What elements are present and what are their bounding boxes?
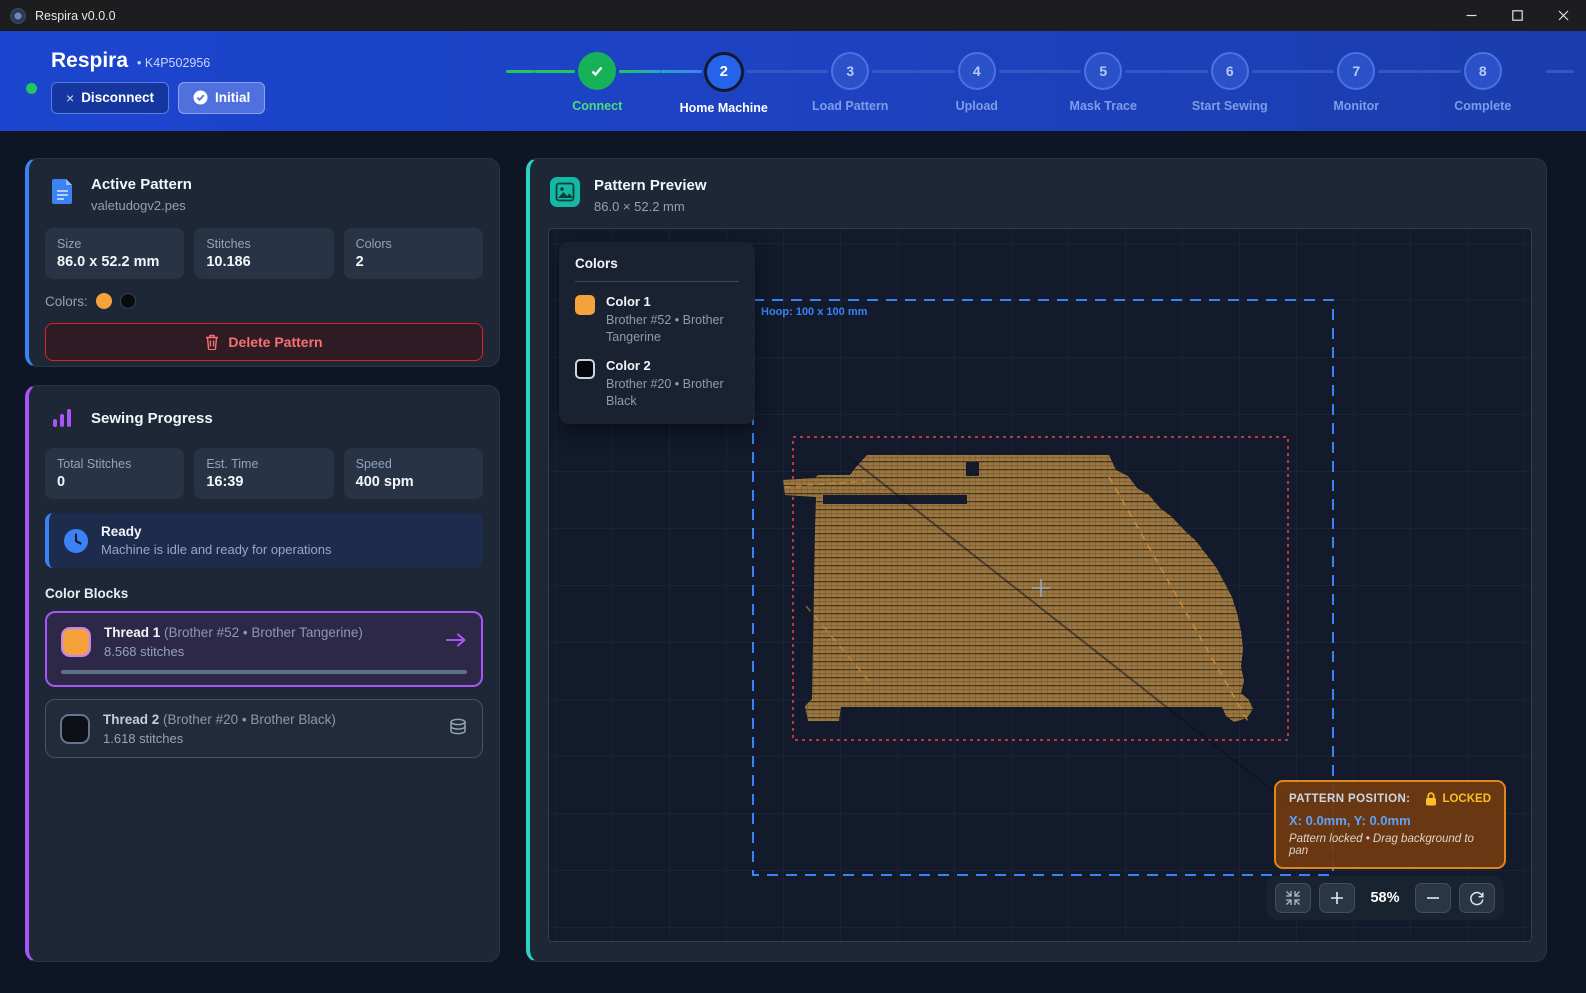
workflow-stepper: Connect 2 Home Machine 3 Load Pattern 4 … [534, 52, 1546, 115]
pattern-filename: valetudogv2.pes [91, 198, 192, 213]
app-icon [10, 8, 26, 24]
thread1-stitches: 8.568 stitches [104, 644, 363, 659]
locked-badge: LOCKED [1425, 792, 1491, 806]
pattern-position-overlay: PATTERN POSITION: LOCKED X: 0.0mm, Y: 0.… [1274, 780, 1506, 869]
reset-zoom-icon [1469, 890, 1485, 906]
thread2-name: Thread 2 (Brother #20 • Brother Black) [103, 712, 336, 727]
active-pattern-title: Active Pattern [91, 176, 192, 193]
stat-colors: Colors 2 [344, 228, 483, 279]
step-connect[interactable]: Connect [534, 52, 661, 115]
fit-screen-button[interactable] [1275, 883, 1311, 913]
color-swatch-black [120, 293, 136, 309]
machine-status: Ready Machine is idle and ready for oper… [45, 513, 483, 568]
connection-status-dot [26, 83, 37, 94]
thread1-progress-bar [61, 670, 467, 674]
legend-item-color1: Color 1 Brother #52 • Brother Tangerine [575, 294, 739, 346]
image-icon [555, 182, 575, 202]
zoom-controls: 58% [1266, 876, 1504, 920]
colors-label: Colors: [45, 294, 88, 309]
disconnect-button[interactable]: × Disconnect [51, 82, 169, 114]
colors-legend: Colors Color 1 Brother #52 • Brother Tan… [559, 242, 755, 424]
lock-icon [1425, 792, 1437, 806]
preview-canvas[interactable]: Hoop: 100 x 100 mm Colors Color 1 Brothe… [548, 228, 1532, 942]
thread-item-2[interactable]: Thread 2 (Brother #20 • Brother Black) 1… [45, 699, 483, 758]
initial-button[interactable]: Initial [178, 82, 265, 114]
sewing-progress-title: Sewing Progress [91, 410, 213, 427]
thread1-swatch [61, 627, 91, 657]
thread2-swatch [60, 714, 90, 744]
reset-view-button[interactable] [1459, 883, 1495, 913]
position-label: PATTERN POSITION: [1289, 793, 1410, 805]
step-load-pattern[interactable]: 3 Load Pattern [787, 52, 914, 115]
bar-chart-icon [50, 406, 74, 430]
step-monitor[interactable]: 7 Monitor [1293, 52, 1420, 115]
hoop-label: Hoop: 100 x 100 mm [761, 306, 867, 318]
position-hint: Pattern locked • Drag background to pan [1289, 833, 1491, 857]
stat-stitches: Stitches 10.186 [194, 228, 333, 279]
stat-est-time: Est. Time 16:39 [194, 448, 333, 499]
clock-icon [63, 528, 89, 554]
stat-speed: Speed 400 spm [344, 448, 483, 499]
step-mask-trace[interactable]: 5 Mask Trace [1040, 52, 1167, 115]
status-text: Machine is idle and ready for operations [101, 542, 332, 557]
layers-icon [448, 717, 468, 737]
minimize-button[interactable] [1448, 0, 1494, 31]
file-icon [51, 178, 74, 205]
titlebar: Respira v0.0.0 [0, 0, 1586, 31]
zoom-out-icon [1426, 891, 1440, 905]
position-coords: X: 0.0mm, Y: 0.0mm [1289, 813, 1491, 828]
stat-size: Size 86.0 x 52.2 mm [45, 228, 184, 279]
arrow-right-icon [445, 632, 467, 648]
legend-swatch-black [575, 359, 595, 379]
trash-icon [205, 334, 219, 350]
machine-serial: • K4P502956 [137, 56, 210, 70]
thread1-name: Thread 1 (Brother #52 • Brother Tangerin… [104, 625, 363, 640]
close-icon: × [66, 90, 74, 106]
close-button[interactable] [1540, 0, 1586, 31]
zoom-in-icon [1330, 891, 1344, 905]
color-swatch-orange [96, 293, 112, 309]
step-complete[interactable]: 8 Complete [1420, 52, 1547, 115]
thread2-stitches: 1.618 stitches [103, 731, 336, 746]
zoom-level: 58% [1363, 890, 1407, 906]
delete-pattern-button[interactable]: Delete Pattern [45, 323, 483, 361]
app-name: Respira [51, 49, 128, 73]
stat-total-stitches: Total Stitches 0 [45, 448, 184, 499]
preview-title: Pattern Preview [594, 177, 707, 194]
step-upload[interactable]: 4 Upload [914, 52, 1041, 115]
header: Respira • K4P502956 × Disconnect Initial [0, 31, 1586, 131]
zoom-in-button[interactable] [1319, 883, 1355, 913]
color-blocks-label: Color Blocks [45, 586, 483, 601]
step-home-machine[interactable]: 2 Home Machine [661, 52, 788, 115]
check-icon [589, 63, 605, 79]
sewing-progress-card: Sewing Progress Total Stitches 0 Est. Ti… [25, 385, 500, 962]
status-title: Ready [101, 524, 332, 539]
app-window: Respira v0.0.0 Respira • K4P502956 [0, 0, 1586, 993]
window-title: Respira v0.0.0 [35, 9, 116, 23]
fit-screen-icon [1285, 890, 1301, 906]
maximize-button[interactable] [1494, 0, 1540, 31]
check-circle-icon [193, 90, 208, 105]
zoom-out-button[interactable] [1415, 883, 1451, 913]
legend-title: Colors [575, 256, 739, 282]
legend-swatch-orange [575, 295, 595, 315]
active-pattern-card: Active Pattern valetudogv2.pes Size 86.0… [25, 158, 500, 367]
thread-item-1[interactable]: Thread 1 (Brother #52 • Brother Tangerin… [45, 611, 483, 687]
legend-item-color2: Color 2 Brother #20 • Brother Black [575, 358, 739, 410]
preview-dimensions: 86.0 × 52.2 mm [594, 199, 707, 214]
step-start-sewing[interactable]: 6 Start Sewing [1167, 52, 1294, 115]
pattern-preview-card: Pattern Preview 86.0 × 52.2 mm [526, 158, 1547, 962]
